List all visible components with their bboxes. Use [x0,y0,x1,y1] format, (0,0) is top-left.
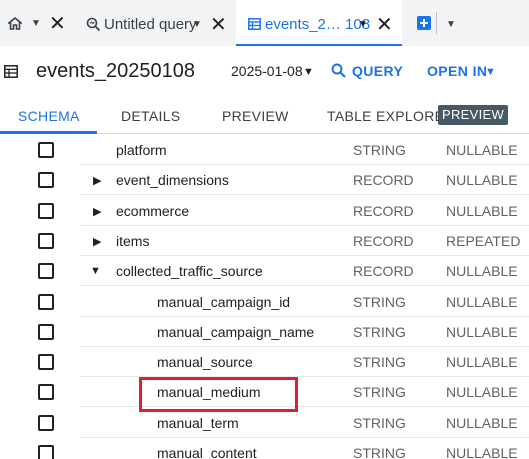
field-type: STRING [353,354,406,371]
close-events-tab-icon[interactable]: ✕ [376,15,393,35]
schema-row[interactable]: manual_source STRING NULLABLE [0,347,529,378]
field-name: manual_term [157,414,239,431]
events-tab-label: events_2… 108 [265,16,371,33]
events-tab[interactable]: events_2… 108 ▼ ✕ [236,0,402,46]
field-type: RECORD [353,232,414,249]
table-icon [248,18,261,30]
row-checkbox[interactable] [38,293,54,310]
field-name: manual_campaign_id [157,293,291,310]
field-mode: NULLABLE [446,445,518,459]
row-checkbox[interactable] [38,142,54,158]
field-mode: NULLABLE [446,263,518,280]
tab-divider [436,12,437,34]
field-type: STRING [353,414,406,431]
row-checkbox[interactable] [38,354,54,371]
field-type: RECORD [353,263,414,280]
row-checkbox[interactable] [38,414,54,431]
row-checkbox[interactable] [38,323,54,340]
query-tab-menu-icon[interactable]: ▼ [192,19,202,30]
events-tab-menu-icon[interactable]: ▼ [358,19,368,30]
preview-badge: PREVIEW [438,105,509,125]
row-checkbox[interactable] [38,172,54,189]
query-tab[interactable]: Untitled query ▼ ✕ [74,0,234,46]
field-type: STRING [353,293,406,310]
plus-icon[interactable] [417,16,431,30]
date-value: 2025-01-08 [231,63,303,79]
query-tab-label: Untitled query [104,16,197,33]
schema-row[interactable]: manual_campaign_name STRING NULLABLE [0,317,529,347]
field-name: manual_campaign_name [157,323,315,340]
row-checkbox[interactable] [38,445,54,459]
field-mode: NULLABLE [446,172,518,189]
field-mode: NULLABLE [446,293,518,310]
field-mode: NULLABLE [446,202,518,219]
search-icon [331,63,346,78]
field-mode: NULLABLE [446,384,518,401]
field-name: manual_content [157,445,257,459]
schema-row[interactable]: manual_content STRING NULLABLE [0,438,529,459]
field-mode: REPEATED [446,232,521,249]
expand-less-icon[interactable]: ▼ [90,265,101,277]
home-icon [8,17,22,30]
query-icon [86,17,101,32]
schema-row[interactable]: platform STRING NULLABLE [0,135,529,165]
close-query-tab-icon[interactable]: ✕ [210,15,227,35]
expand-more-icon[interactable]: ▶ [93,235,101,248]
new-tab-button[interactable]: ▼ [404,0,464,46]
field-type: STRING [353,323,406,340]
schema-row[interactable]: ▶ ecommerce RECORD NULLABLE [0,196,529,226]
field-type: RECORD [353,202,414,219]
row-checkbox[interactable] [38,263,54,280]
field-mode: NULLABLE [446,354,518,371]
home-tab[interactable]: ▼ ✕ [0,0,72,46]
tab-details[interactable]: DETAILS [121,108,180,124]
table-icon [4,65,18,78]
field-mode: NULLABLE [446,414,518,431]
tabs-menu-icon[interactable]: ▼ [446,19,456,30]
home-tab-menu-icon[interactable]: ▼ [31,18,41,29]
field-type: STRING [353,384,406,401]
tab-table-explorer[interactable]: TABLE EXPLORER [327,108,455,124]
open-in-button-label: OPEN IN [427,63,488,79]
chevron-down-icon: ▼ [303,66,314,78]
field-name: event_dimensions [116,172,229,189]
query-button-label: QUERY [352,63,404,79]
active-tab-indicator [0,131,97,134]
field-name: manual_source [157,354,253,371]
schema-row[interactable]: ▼ collected_traffic_source RECORD NULLABLE [0,256,529,287]
editor-tab-bar: ▼ ✕ Untitled query ▼ ✕ events_2… 108 ▼ ✕ [0,0,529,46]
field-name: platform [116,142,167,158]
highlight-box [139,377,298,412]
row-checkbox[interactable] [38,384,54,401]
field-name: collected_traffic_source [116,263,263,280]
close-home-tab-icon[interactable]: ✕ [49,14,66,34]
field-name: items [116,232,150,249]
page-title: events_20250108 [36,60,196,82]
tab-preview[interactable]: PREVIEW [222,108,289,124]
field-name: ecommerce [116,202,190,219]
field-mode: NULLABLE [446,323,518,340]
tab-schema[interactable]: SCHEMA [18,108,80,124]
field-type: RECORD [353,172,414,189]
row-checkbox[interactable] [38,202,54,219]
schema-row[interactable]: manual_campaign_id STRING NULLABLE [0,287,529,317]
schema-row[interactable]: ▶ event_dimensions RECORD NULLABLE [0,165,529,196]
row-checkbox[interactable] [38,232,54,249]
field-type: STRING [353,445,406,459]
expand-more-icon[interactable]: ▶ [93,205,101,218]
field-mode: NULLABLE [446,142,518,158]
field-type: STRING [353,142,406,158]
schema-row[interactable]: ▶ items RECORD REPEATED [0,226,529,256]
schema-row[interactable]: manual_term STRING NULLABLE [0,408,529,438]
expand-more-icon[interactable]: ▶ [93,174,101,187]
chevron-down-icon: ▼ [485,66,496,78]
